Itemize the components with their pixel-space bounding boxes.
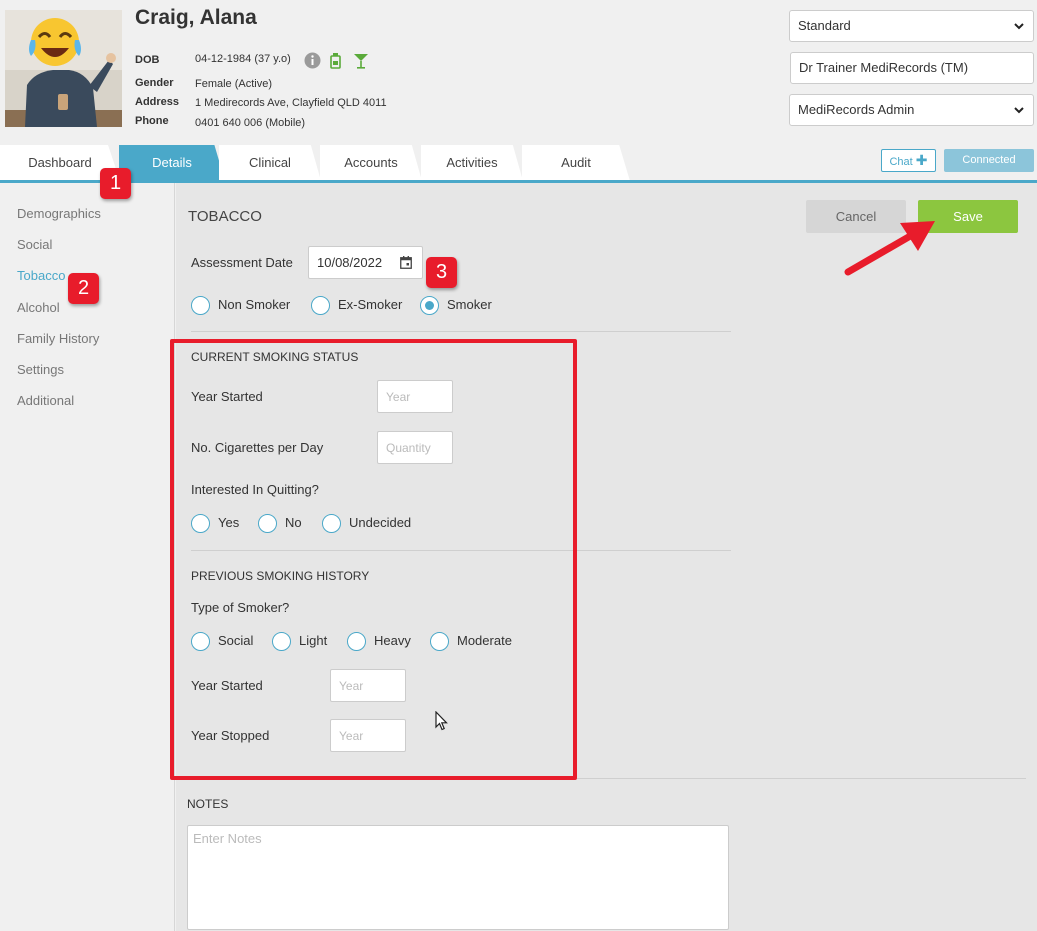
practitioner-value: Dr Trainer MediRecords (TM) (799, 60, 969, 75)
address-value: 1 Medirecords Ave, Clayfield QLD 4011 (195, 97, 387, 109)
gender-value: Female (Active) (195, 78, 273, 90)
info-icon[interactable] (304, 52, 321, 74)
divider (191, 331, 731, 332)
smoker-label: Smoker (447, 297, 492, 312)
patient-photo (5, 10, 122, 127)
assessment-date-input[interactable]: 10/08/2022 (308, 246, 423, 279)
tab-accounts[interactable]: Accounts (320, 145, 422, 181)
gender-label: Gender (135, 77, 174, 89)
tab-details[interactable]: Details (119, 145, 225, 181)
chat-button[interactable]: Chat ✚ (881, 149, 936, 172)
dob-value: 04-12-1984 (37 y.o) (195, 53, 291, 65)
tab-activities[interactable]: Activities (421, 145, 523, 181)
connected-button[interactable]: Connected (944, 149, 1034, 172)
calendar-icon[interactable] (400, 256, 412, 269)
phone-label: Phone (135, 115, 169, 127)
annotation-highlight-box (170, 339, 577, 780)
chat-label: Chat (889, 156, 913, 168)
page-title: TOBACCO (188, 208, 262, 225)
sidebar-item-family-history[interactable]: Family History (17, 331, 99, 346)
sidebar-item-tobacco[interactable]: Tobacco (17, 268, 65, 283)
sidebar-item-alcohol[interactable]: Alcohol (17, 300, 60, 315)
alcohol-icon[interactable] (353, 52, 369, 74)
dob-label: DOB (135, 54, 160, 66)
ex-smoker-radio[interactable] (311, 296, 330, 315)
annotation-badge-1: 1 (100, 168, 131, 199)
plus-icon: ✚ (915, 152, 928, 168)
chevron-down-icon (1014, 107, 1024, 114)
tab-clinical[interactable]: Clinical (219, 145, 321, 181)
smoker-radio[interactable] (420, 296, 439, 315)
notes-title: NOTES (187, 797, 229, 811)
annotation-arrow-icon (844, 221, 935, 276)
non-smoker-radio[interactable] (191, 296, 210, 315)
address-label: Address (135, 96, 180, 108)
practitioner-field[interactable]: Dr Trainer MediRecords (TM) (790, 52, 1034, 84)
non-smoker-label: Non Smoker (218, 297, 291, 312)
phone-value: 0401 640 006 (Mobile) (195, 117, 306, 129)
template-select[interactable]: Standard (789, 10, 1034, 42)
patient-name: Craig, Alana (135, 6, 257, 29)
sidebar-item-demographics[interactable]: Demographics (17, 206, 101, 221)
sidebar-item-settings[interactable]: Settings (17, 362, 64, 377)
sidebar-item-additional[interactable]: Additional (17, 393, 74, 408)
role-select-value: MediRecords Admin (798, 102, 915, 117)
assessment-date-value: 10/08/2022 (317, 255, 383, 270)
tab-audit[interactable]: Audit (522, 145, 630, 181)
tobacco-icon[interactable] (329, 52, 342, 74)
chevron-down-icon (1014, 23, 1024, 30)
mouse-cursor-icon (435, 711, 448, 731)
assessment-date-label: Assessment Date (191, 255, 293, 270)
annotation-badge-3: 3 (426, 257, 457, 288)
ex-smoker-label: Ex-Smoker (338, 297, 403, 312)
template-select-value: Standard (798, 18, 851, 33)
sidebar-item-social[interactable]: Social (17, 237, 52, 252)
role-select[interactable]: MediRecords Admin (789, 94, 1034, 126)
annotation-badge-2: 2 (68, 273, 99, 304)
notes-textarea[interactable] (187, 825, 729, 930)
patient-header: Craig, Alana DOB 04-12-1984 (37 y.o) Gen… (0, 0, 1037, 145)
